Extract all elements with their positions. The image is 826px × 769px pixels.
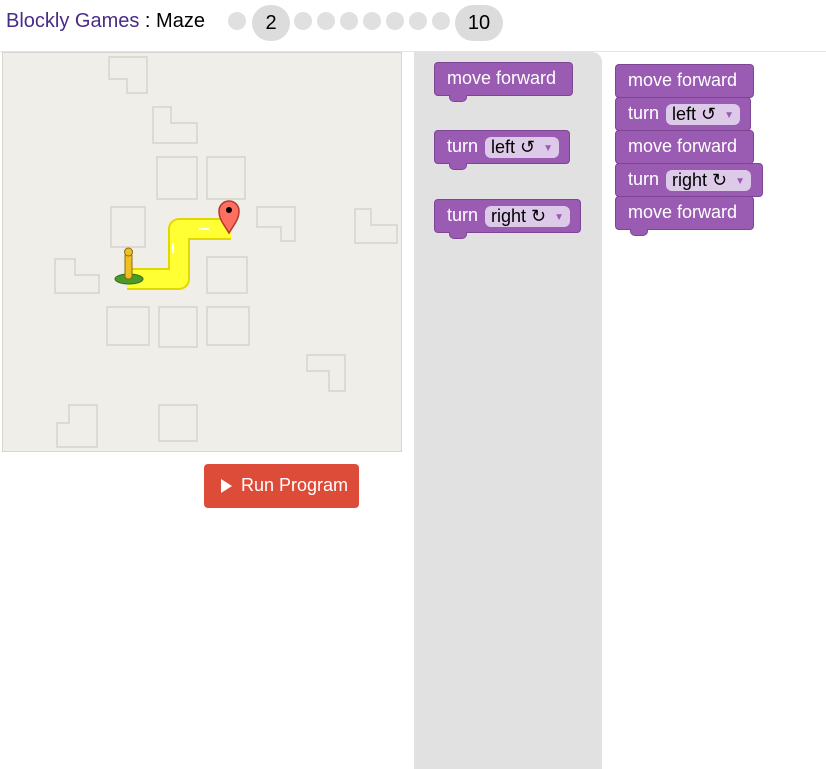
level-8-dot[interactable] xyxy=(409,12,427,30)
dropdown-caret-icon: ▼ xyxy=(543,143,554,154)
block-label: turn xyxy=(628,169,660,189)
block-notch xyxy=(630,229,648,236)
dropdown-value: left ↺ xyxy=(491,137,536,157)
run-program-button[interactable]: Run Program xyxy=(204,464,359,508)
block-label: turn xyxy=(628,103,660,123)
player-pegman-icon xyxy=(124,252,133,280)
toolbox-block-move-forward[interactable]: move forward xyxy=(434,62,573,102)
play-icon xyxy=(221,479,232,493)
level-6-dot[interactable] xyxy=(363,12,381,30)
toolbox-flyout[interactable]: move forward turn left ↺ ▼ turn right ↻ ▼ xyxy=(414,52,602,769)
block-label: move forward xyxy=(628,136,738,156)
turn-direction-dropdown[interactable]: left ↺ ▼ xyxy=(666,104,741,125)
page-title: Blockly Games : Maze xyxy=(6,10,205,33)
block-label: move forward xyxy=(628,70,738,90)
level-current[interactable]: 2 xyxy=(252,5,290,41)
run-program-label: Run Program xyxy=(241,475,349,495)
dropdown-caret-icon: ▼ xyxy=(724,110,735,121)
turn-direction-dropdown[interactable]: left ↺ ▼ xyxy=(485,137,560,158)
level-7-dot[interactable] xyxy=(386,12,404,30)
block-label: turn xyxy=(447,136,479,156)
toolbox-block-turn-left[interactable]: turn left ↺ ▼ xyxy=(434,130,570,170)
level-last[interactable]: 10 xyxy=(455,5,503,41)
program-block-move-forward[interactable]: move forward xyxy=(615,64,754,98)
header: Blockly Games : Maze 2 10 xyxy=(0,0,826,52)
dropdown-caret-icon: ▼ xyxy=(554,212,565,223)
program-block-move-forward[interactable]: move forward xyxy=(615,130,754,164)
level-3-dot[interactable] xyxy=(294,12,312,30)
dropdown-value: left ↺ xyxy=(672,104,717,124)
maze-background-tiles xyxy=(54,56,398,448)
program-block-turn-left[interactable]: turn left ↺ ▼ xyxy=(615,97,751,131)
level-1-dot[interactable] xyxy=(228,12,246,30)
toolbox-block-turn-right[interactable]: turn right ↻ ▼ xyxy=(434,199,581,239)
turn-direction-dropdown[interactable]: right ↻ ▼ xyxy=(485,206,571,227)
maze-svg xyxy=(54,56,398,448)
program-block-move-forward[interactable]: move forward xyxy=(615,196,754,236)
dropdown-value: right ↻ xyxy=(672,170,728,190)
block-label: move forward xyxy=(447,68,557,88)
block-label: move forward xyxy=(628,202,738,222)
goal-marker-dot xyxy=(226,207,232,213)
level-5-dot[interactable] xyxy=(340,12,358,30)
turn-direction-dropdown[interactable]: right ↻ ▼ xyxy=(666,170,752,191)
maze-path xyxy=(127,220,231,288)
dropdown-value: right ↻ xyxy=(491,206,547,226)
maze-board xyxy=(2,52,402,452)
workspace[interactable]: move forward turn left ↺ ▼ move forward t… xyxy=(602,52,826,769)
block-notch xyxy=(449,163,467,170)
player-head xyxy=(124,247,133,257)
level-9-dot[interactable] xyxy=(432,12,450,30)
block-label: turn xyxy=(447,205,479,225)
level-4-dot[interactable] xyxy=(317,12,335,30)
block-notch xyxy=(449,95,467,102)
title-separator: : xyxy=(139,10,157,32)
block-notch xyxy=(449,232,467,239)
game-name: Maze xyxy=(156,10,205,32)
program-block-turn-right[interactable]: turn right ↻ ▼ xyxy=(615,163,763,197)
dropdown-caret-icon: ▼ xyxy=(735,176,746,187)
blockly-games-link[interactable]: Blockly Games xyxy=(6,10,139,32)
